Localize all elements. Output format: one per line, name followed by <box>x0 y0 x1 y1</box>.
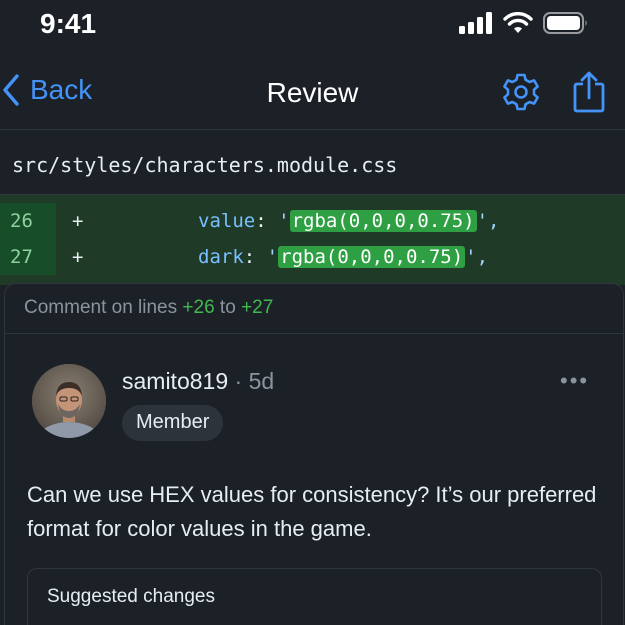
line-end: +27 <box>241 297 274 318</box>
wifi-icon <box>503 12 533 33</box>
battery-icon <box>543 12 587 34</box>
line-number: 27 <box>10 246 33 268</box>
diff-line[interactable]: 26 + value: ' rgba(0,0,0,0.75) ', <box>0 203 625 239</box>
comment-author-line: samito819 · 5d <box>122 368 274 395</box>
comment-thread-header: Comment on lines +26 to +27 <box>5 284 623 334</box>
author-name[interactable]: samito819 <box>122 368 228 394</box>
status-icons <box>459 12 589 34</box>
header-to: to <box>219 297 236 318</box>
suggested-changes-label: Suggested changes <box>47 586 215 607</box>
code-key: dark <box>198 246 244 268</box>
share-icon <box>573 71 605 113</box>
diff-hunk: 26 + value: ' rgba(0,0,0,0.75) ', 27 + dar… <box>0 195 625 285</box>
code-close: ', <box>476 210 500 232</box>
line-start: +26 <box>182 297 215 318</box>
diff-sign: + <box>72 246 84 268</box>
role-badge: Member <box>122 405 224 441</box>
separator: · <box>234 368 243 394</box>
code-key: value <box>198 210 256 232</box>
settings-button[interactable] <box>501 72 541 117</box>
nav-bar: Back Review <box>0 50 625 130</box>
code-colon: : <box>243 246 256 268</box>
status-bar: 9:41 <box>0 0 625 50</box>
file-path: src/styles/characters.module.css <box>0 131 625 195</box>
code-highlight: rgba(0,0,0,0.75) <box>289 210 477 232</box>
code-colon: : <box>255 210 267 232</box>
code-quote: ' <box>278 210 290 232</box>
diff-line[interactable]: 27 + dark: ' rgba(0,0,0,0.75) ', <box>0 239 625 275</box>
code-quote: ' <box>266 246 279 268</box>
code-close: ', <box>465 246 489 268</box>
suggested-changes-box[interactable]: Suggested changes <box>27 568 602 625</box>
diff-code: value: ' rgba(0,0,0,0.75) ', <box>198 210 499 232</box>
code-highlight: rgba(0,0,0,0.75) <box>278 246 466 268</box>
avatar[interactable] <box>32 364 106 438</box>
signal-icon <box>459 12 492 34</box>
comment-body: Can we use HEX values for consistency? I… <box>27 482 597 541</box>
header-prefix: Comment on lines <box>24 297 178 318</box>
avatar-image <box>32 364 106 438</box>
status-time: 9:41 <box>40 8 97 39</box>
line-number: 26 <box>10 210 33 232</box>
diff-code: dark: ' rgba(0,0,0,0.75) ', <box>198 246 488 268</box>
diff-sign: + <box>72 210 84 232</box>
share-button[interactable] <box>571 70 607 119</box>
gear-icon <box>503 73 539 111</box>
comment-age: 5d <box>248 368 275 394</box>
more-options-button[interactable]: ••• <box>560 368 589 394</box>
